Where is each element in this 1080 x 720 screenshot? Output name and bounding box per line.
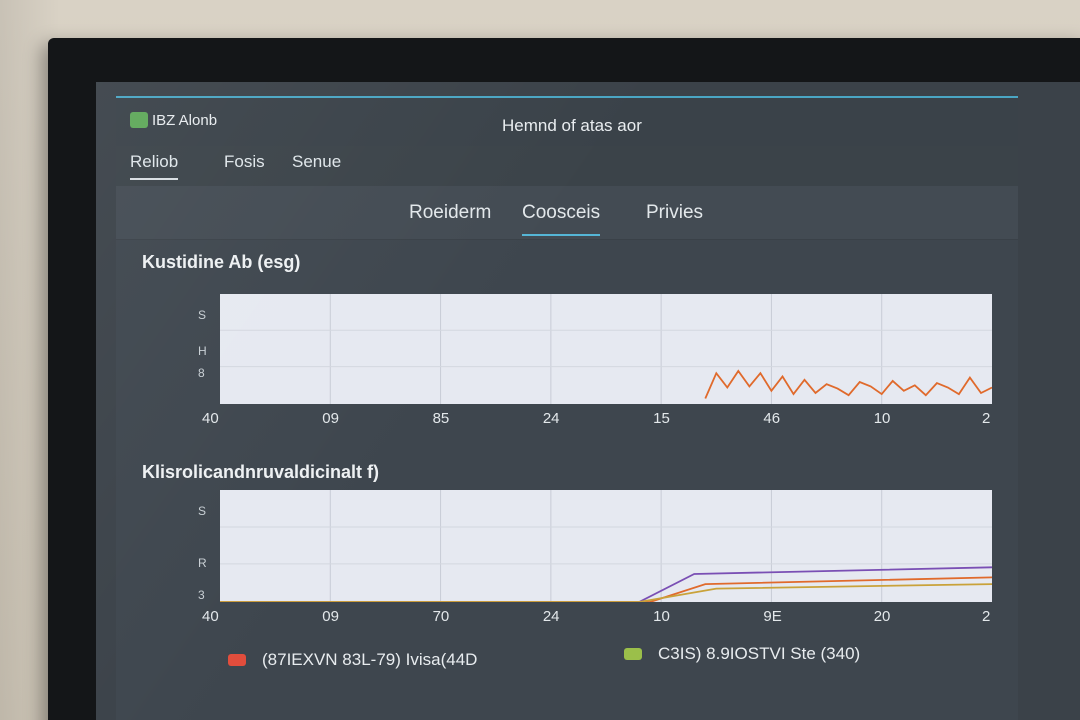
chart-2-plot [220,490,992,602]
x-tick-label: 85 [432,410,450,427]
app-logo-icon [130,112,148,128]
x-tick-label: 2 [982,608,991,625]
menu-bar: Reliob Fosis Senue [116,146,1018,186]
x-tick-label: 24 [542,608,560,625]
legend-item-1: (87IEXVN 83L-79) Ivisa(44D [228,650,477,670]
chart-1-y-tick: S [198,308,207,322]
chart-2-y-tick: 3 [198,588,205,602]
chart-2-y-tick: S [198,504,207,518]
legend-swatch [228,654,246,666]
x-tick-label: 10 [653,608,670,625]
legend-item-2: C3IS) 8.9IOSTVI Ste (340) [624,644,860,664]
x-tick-label: 20 [873,608,891,625]
x-tick-label: 9E [763,608,782,625]
tab-bar: Roeiderm Coosceis Privies [116,186,1018,240]
chart-2-y-tick: R [198,556,207,570]
x-tick-label: 24 [542,410,560,427]
window-title: Hemnd of atas aor [502,116,642,135]
x-tick-label: 70 [432,608,450,625]
x-tick-label: 15 [653,410,670,427]
x-tick-label: 46 [763,410,781,427]
chart-1-plot [220,294,992,404]
legend-swatch [624,648,642,660]
x-tick-label: 40 [202,410,219,427]
title-bar: IBZ Alonb Hemnd of atas aor [116,98,1018,146]
tab-roeiderm[interactable]: Roeiderm [409,202,491,234]
legend-label: C3IS) 8.9IOSTVI Ste (340) [658,644,861,663]
chart-2-title: Klisrolicandnruvaldicinalt f) [142,462,380,482]
x-tick-label: 09 [322,608,339,625]
menu-item-reliob[interactable]: Reliob [130,152,179,180]
app-name: IBZ Alonb [152,112,218,129]
app-window: IBZ Alonb Hemnd of atas aor Reliob Fosis… [116,96,1018,720]
tab-coosceis[interactable]: Coosceis [522,202,601,236]
plot-background [220,294,992,404]
chart-1-title: Kustidine Ab (esg) [142,252,301,272]
x-tick-label: 2 [982,410,991,427]
legend-label: (87IEXVN 83L-79) Ivisa(44D [262,650,478,669]
x-tick-label: 09 [322,410,339,427]
tab-privies[interactable]: Privies [646,202,703,234]
monitor-screen: IBZ Alonb Hemnd of atas aor Reliob Fosis… [96,82,1080,720]
chart-1-y-tick: H [198,344,207,358]
x-tick-label: 40 [202,608,219,625]
menu-item-fosis[interactable]: Fosis [224,152,265,178]
menu-item-senue[interactable]: Senue [292,152,341,178]
x-tick-label: 10 [873,410,891,427]
chart-1-y-tick: 8 [198,366,205,380]
